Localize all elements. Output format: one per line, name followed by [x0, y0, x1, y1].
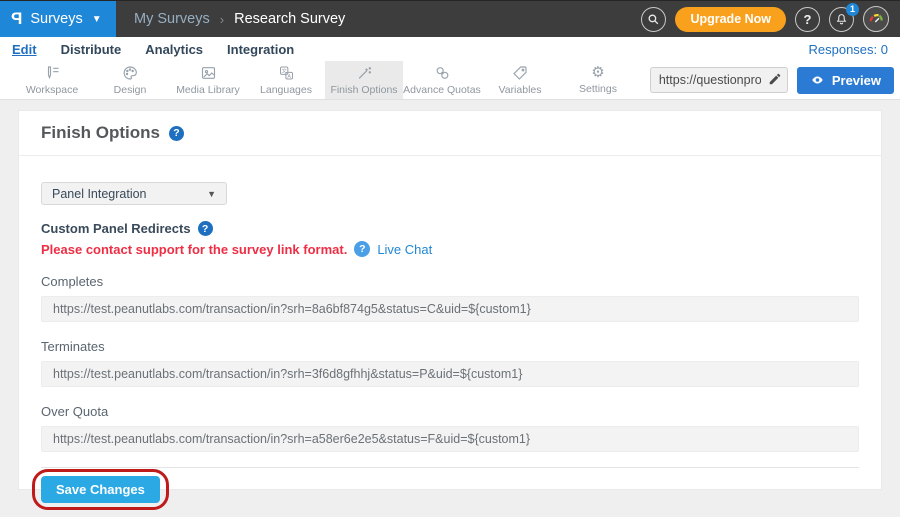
- terminates-field-group: Terminates: [41, 339, 859, 387]
- toolbar-right: Preview: [650, 61, 900, 99]
- question-mark-icon: ?: [804, 12, 812, 27]
- breadcrumb-current-survey: Research Survey: [234, 11, 345, 27]
- edit-toolbar: Workspace Design Media Library 文 A Langu…: [0, 61, 900, 100]
- notification-badge: 1: [846, 3, 859, 16]
- over-quota-field-group: Over Quota: [41, 404, 859, 452]
- over-quota-label: Over Quota: [41, 404, 859, 419]
- gauge-avatar-icon: [867, 10, 885, 28]
- toolbar-tab-finish-options[interactable]: Finish Options: [325, 61, 403, 99]
- toolbar-tab-languages[interactable]: 文 A Languages: [247, 61, 325, 99]
- toolbar-tab-workspace[interactable]: Workspace: [13, 61, 91, 99]
- svg-text:A: A: [287, 74, 291, 80]
- live-chat-help-icon[interactable]: ?: [354, 241, 370, 257]
- wand-icon: [356, 65, 373, 81]
- questionpro-logo: P: [11, 9, 22, 29]
- support-warning-text: Please contact support for the survey li…: [41, 242, 347, 257]
- translate-icon: 文 A: [278, 65, 295, 81]
- tab-analytics[interactable]: Analytics: [145, 42, 203, 57]
- palette-icon: [122, 65, 138, 81]
- page-content: Finish Options ? Panel Integration ▼ Cus…: [0, 100, 900, 490]
- topbar-actions: Upgrade Now ? 1: [641, 1, 900, 37]
- custom-panel-redirects-label: Custom Panel Redirects: [41, 221, 191, 236]
- card-header: Finish Options ?: [19, 111, 881, 156]
- footer-divider: [41, 467, 859, 468]
- finish-options-card: Finish Options ? Panel Integration ▼ Cus…: [18, 110, 882, 490]
- tag-icon: [512, 65, 528, 81]
- terminates-label: Terminates: [41, 339, 859, 354]
- svg-text:文: 文: [281, 66, 287, 74]
- completes-label: Completes: [41, 274, 859, 289]
- preview-button[interactable]: Preview: [797, 67, 894, 94]
- account-avatar[interactable]: [863, 6, 889, 32]
- responses-count: Responses: 0: [809, 42, 889, 57]
- upgrade-now-button[interactable]: Upgrade Now: [675, 7, 786, 32]
- over-quota-url-input[interactable]: [41, 426, 859, 452]
- save-changes-button[interactable]: Save Changes: [41, 476, 160, 503]
- breadcrumb-my-surveys[interactable]: My Surveys: [134, 11, 210, 27]
- tab-edit[interactable]: Edit: [12, 42, 37, 57]
- tab-integration[interactable]: Integration: [227, 42, 294, 57]
- workspace-icon: [44, 65, 61, 81]
- red-annotation-circle: Save Changes: [32, 469, 169, 510]
- page-title: Finish Options: [41, 123, 160, 143]
- search-button[interactable]: [641, 7, 666, 32]
- breadcrumb-separator: ›: [220, 12, 224, 27]
- finish-options-help-icon[interactable]: ?: [169, 126, 184, 141]
- gear-icon: ⚙: [591, 65, 604, 80]
- card-body: Panel Integration ▼ Custom Panel Redirec…: [19, 156, 881, 510]
- finish-type-selected-value: Panel Integration: [52, 187, 147, 201]
- notifications-button[interactable]: 1: [829, 7, 854, 32]
- eye-icon: [810, 74, 825, 86]
- completes-url-input[interactable]: [41, 296, 859, 322]
- top-bar: P Surveys ▼ My Surveys › Research Survey…: [0, 0, 900, 37]
- bell-icon: [835, 13, 848, 26]
- tab-distribute[interactable]: Distribute: [61, 42, 122, 57]
- help-button[interactable]: ?: [795, 7, 820, 32]
- breadcrumb: My Surveys › Research Survey: [134, 1, 345, 37]
- image-icon: [200, 65, 217, 81]
- live-chat-link[interactable]: Live Chat: [377, 242, 432, 257]
- toolbar-tab-advance-quotas[interactable]: Advance Quotas: [403, 61, 481, 99]
- chevron-down-icon: ▼: [92, 14, 102, 25]
- search-icon: [647, 13, 660, 26]
- toolbar-tab-design[interactable]: Design: [91, 61, 169, 99]
- chain-link-icon: [434, 65, 451, 81]
- toolbar-tab-variables[interactable]: Variables: [481, 61, 559, 99]
- product-label: Surveys: [30, 11, 82, 27]
- toolbar-tab-media-library[interactable]: Media Library: [169, 61, 247, 99]
- survey-section-nav: Edit Distribute Analytics Integration Re…: [0, 37, 900, 61]
- toolbar-tab-settings[interactable]: ⚙ Settings: [559, 61, 637, 99]
- custom-panel-redirects-help-icon[interactable]: ?: [198, 221, 213, 236]
- chevron-down-icon: ▼: [207, 189, 216, 199]
- terminates-url-input[interactable]: [41, 361, 859, 387]
- edit-url-pencil-icon[interactable]: [768, 72, 782, 86]
- finish-type-select[interactable]: Panel Integration ▼: [41, 182, 227, 205]
- completes-field-group: Completes: [41, 274, 859, 322]
- surveys-product-menu[interactable]: P Surveys ▼: [0, 1, 116, 37]
